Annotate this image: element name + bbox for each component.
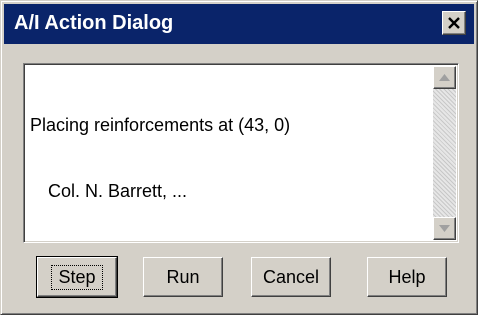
help-button[interactable]: Help xyxy=(367,257,447,297)
run-button-label: Run xyxy=(166,266,200,287)
scroll-down-button[interactable] xyxy=(433,217,456,240)
ai-action-dialog: A/I Action Dialog Placing reinforcements… xyxy=(0,0,478,315)
run-button[interactable]: Run xyxy=(143,257,223,297)
close-icon xyxy=(443,16,465,30)
action-log[interactable]: Placing reinforcements at (43, 0) Col. N… xyxy=(23,63,459,243)
step-button[interactable]: Step xyxy=(36,256,118,298)
close-button[interactable] xyxy=(442,11,466,35)
vertical-scrollbar[interactable] xyxy=(433,66,456,240)
triangle-down-icon xyxy=(439,225,450,232)
log-line: Placing reinforcements at (43, 0) xyxy=(30,115,291,135)
window-title: A/I Action Dialog xyxy=(14,12,174,34)
log-text: Placing reinforcements at (43, 0) Col. N… xyxy=(30,70,428,236)
cancel-button[interactable]: Cancel xyxy=(251,257,331,297)
help-button-label: Help xyxy=(388,266,426,287)
triangle-up-icon xyxy=(439,74,450,81)
title-bar[interactable]: A/I Action Dialog xyxy=(4,4,474,44)
step-button-label: Step xyxy=(51,264,103,290)
scroll-up-button[interactable] xyxy=(433,66,456,89)
log-line: Col. N. Barrett, ... xyxy=(48,181,188,201)
cancel-button-label: Cancel xyxy=(262,266,320,287)
